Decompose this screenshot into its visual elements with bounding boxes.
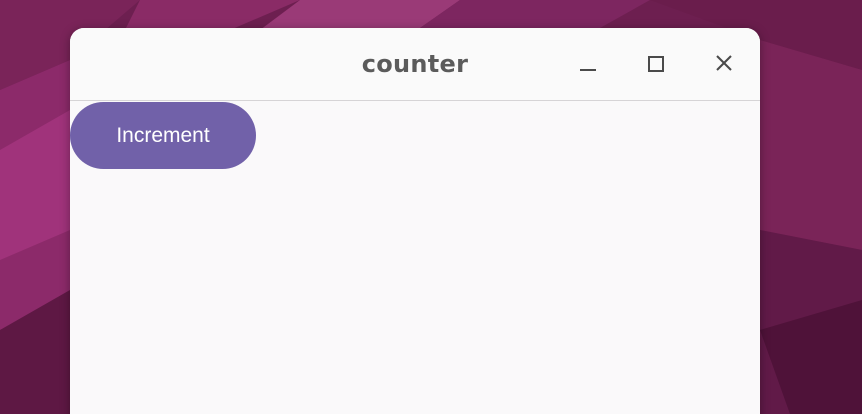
minimize-icon	[580, 69, 596, 71]
title-bar[interactable]: counter	[70, 28, 760, 101]
minimize-button[interactable]	[570, 50, 606, 78]
increment-button[interactable]: Increment	[70, 102, 256, 169]
desktop-background: counter Increment	[0, 0, 862, 414]
maximize-icon	[648, 56, 664, 72]
close-icon	[716, 55, 732, 71]
window-content: Increment	[70, 101, 760, 414]
maximize-button[interactable]	[638, 50, 674, 78]
close-button[interactable]	[706, 50, 742, 78]
app-window: counter Increment	[70, 28, 760, 414]
